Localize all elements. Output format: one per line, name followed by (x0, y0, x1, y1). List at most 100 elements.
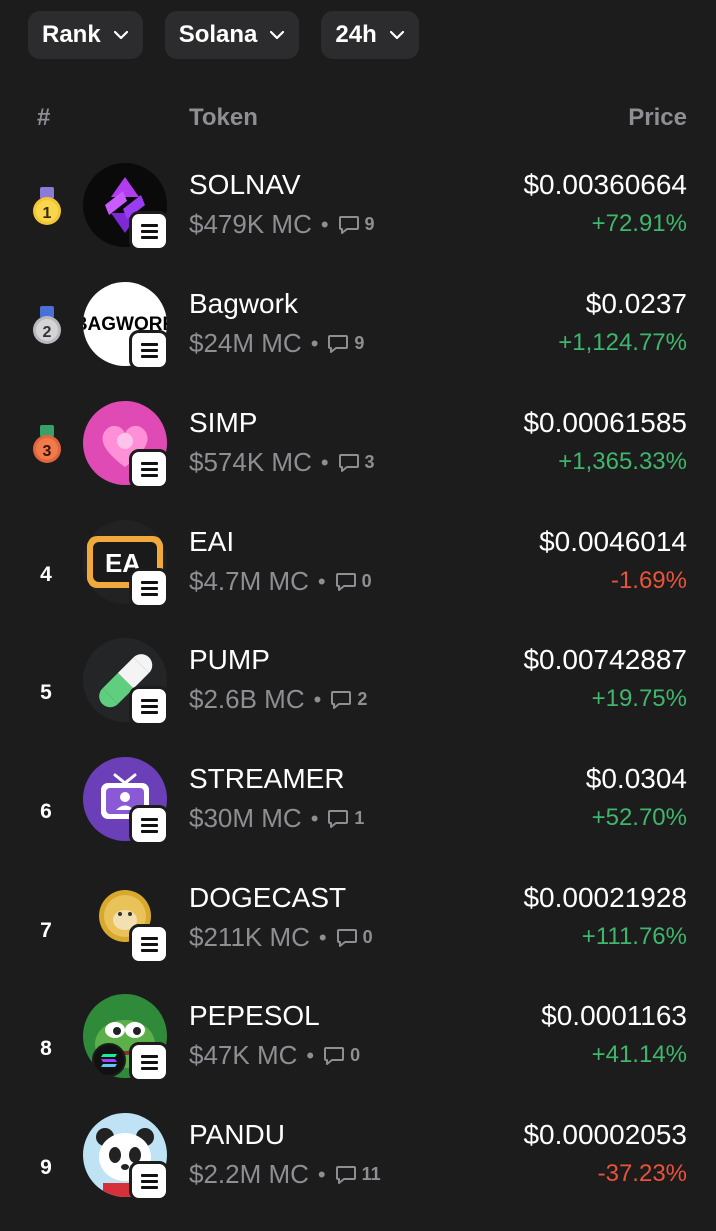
filter-chain-dropdown[interactable]: Solana (164, 11, 300, 59)
silver-medal-icon: 2 (33, 306, 61, 344)
market-cap: $4.7M MC (189, 566, 309, 596)
chevron-down-icon (389, 27, 405, 43)
separator-dot: • (318, 924, 327, 950)
solana-chain-icon (129, 1042, 169, 1082)
price-change: +1,124.77% (558, 329, 687, 356)
separator-dot: • (313, 686, 322, 712)
filter-chain-label: Solana (178, 21, 258, 48)
comment-icon (336, 928, 357, 947)
comment-icon (338, 215, 359, 234)
chevron-down-icon (269, 27, 285, 43)
rank-number: 9 (40, 1156, 52, 1179)
token-row[interactable]: 6 STREAMER $30M MC • 1 $0.0304 +52.70% (0, 757, 716, 875)
solana-chain-icon (129, 924, 169, 964)
comment-count: 9 (364, 214, 375, 234)
comment-icon (335, 572, 356, 591)
solana-chain-icon (129, 211, 169, 251)
token-price: $0.00360664 (523, 169, 687, 200)
market-cap: $2.6B MC (189, 684, 305, 714)
comment-icon (324, 1046, 345, 1065)
filter-timeframe-dropdown[interactable]: 24h (321, 11, 419, 59)
token-name: SIMP (189, 407, 258, 438)
market-cap: $30M MC (189, 803, 302, 833)
price-change: +52.70% (591, 804, 687, 831)
gold-medal-icon: 1 (33, 187, 61, 225)
filter-timeframe-label: 24h (335, 21, 377, 48)
solana-chain-icon (129, 686, 169, 726)
comment-count: 2 (357, 689, 368, 709)
price-change: +111.76% (581, 923, 687, 950)
token-meta: $4.7M MC • 0 (189, 566, 372, 597)
token-price: $0.0046014 (539, 526, 687, 557)
comment-count: 0 (361, 571, 372, 591)
rank-number: 5 (40, 681, 52, 704)
separator-dot: • (317, 568, 326, 594)
token-name: PUMP (189, 644, 270, 675)
token-price: $0.00021928 (523, 882, 687, 913)
token-row[interactable]: 1 SOLNAV $479K MC • 9 $0.00360664 +72.91… (0, 163, 716, 281)
token-meta: $479K MC • 9 (189, 209, 375, 240)
comment-icon (328, 334, 349, 353)
token-price: $0.00061585 (523, 407, 687, 438)
price-change: -37.23% (597, 1160, 687, 1187)
solana-coin-icon (92, 1043, 126, 1077)
token-row[interactable]: 5 PUMP $2.6B MC • 2 $0.00742887 +19.75% (0, 638, 716, 756)
token-name: PEPESOL (189, 1000, 320, 1031)
comment-icon (331, 690, 352, 709)
solana-chain-icon (129, 568, 169, 608)
market-cap: $211K MC (189, 922, 310, 952)
token-meta: $30M MC • 1 (189, 803, 364, 834)
token-price: $0.0001163 (541, 1000, 687, 1031)
market-cap: $574K MC (189, 447, 312, 477)
token-name: Bagwork (189, 288, 298, 319)
solana-chain-icon (129, 1161, 169, 1201)
market-cap: $47K MC (189, 1040, 298, 1070)
comment-icon (338, 453, 359, 472)
comment-count: 1 (354, 808, 365, 828)
filter-rank-dropdown[interactable]: Rank (28, 11, 143, 59)
separator-dot: • (320, 449, 329, 475)
token-price: $0.00742887 (523, 644, 687, 675)
comment-count: 11 (361, 1164, 381, 1184)
comment-count: 0 (350, 1045, 361, 1065)
token-price: $0.0304 (585, 763, 687, 794)
token-row[interactable]: 9 PANDU $2.2M MC • 11 $0.00002053 -37.23… (0, 1113, 716, 1231)
solana-chain-icon (129, 330, 169, 370)
column-header-token[interactable]: Token (189, 104, 258, 132)
price-change: +19.75% (591, 685, 687, 712)
token-row[interactable]: 8 PEPESOL $47K MC • 0 $0.0001163 +41.14% (0, 994, 716, 1112)
token-meta: $47K MC • 0 (189, 1040, 360, 1071)
filter-rank-label: Rank (42, 21, 101, 48)
separator-dot: • (310, 330, 319, 356)
price-change: -1.69% (610, 567, 687, 594)
token-meta: $211K MC • 0 (189, 922, 373, 953)
rank-number: 4 (40, 563, 52, 586)
separator-dot: • (310, 805, 319, 831)
comment-icon (328, 809, 349, 828)
svg-text:1: 1 (43, 205, 52, 222)
rank-number: 7 (40, 919, 52, 942)
comment-count: 9 (354, 333, 365, 353)
svg-text:3: 3 (43, 443, 52, 460)
table-header: # Token Price (0, 104, 716, 136)
comment-icon (335, 1165, 356, 1184)
column-header-rank[interactable]: # (37, 104, 50, 132)
market-cap: $479K MC (189, 209, 312, 239)
price-change: +1,365.33% (558, 448, 687, 475)
token-meta: $2.6B MC • 2 (189, 684, 367, 715)
svg-text:2: 2 (43, 324, 52, 341)
separator-dot: • (317, 1161, 326, 1187)
column-header-price[interactable]: Price (628, 104, 687, 132)
token-row[interactable]: 4 EA EAI $4.7M MC • 0 $0.0046014 -1.69% (0, 520, 716, 638)
token-name: STREAMER (189, 763, 345, 794)
token-row[interactable]: 3 SIMP $574K MC • 3 $0.00061585 +1,365.3… (0, 401, 716, 519)
token-row[interactable]: 2 BAGWORK Bagwork $24M MC • 9 $0.0237 +1… (0, 282, 716, 400)
market-cap: $2.2M MC (189, 1159, 309, 1189)
token-row[interactable]: 7 DOGECAST $211K MC • 0 $0.00021928 +111… (0, 876, 716, 994)
token-name: PANDU (189, 1119, 285, 1150)
separator-dot: • (306, 1042, 315, 1068)
solana-chain-icon (129, 805, 169, 845)
token-name: DOGECAST (189, 882, 347, 913)
comment-count: 3 (364, 452, 375, 472)
comment-count: 0 (362, 927, 373, 947)
